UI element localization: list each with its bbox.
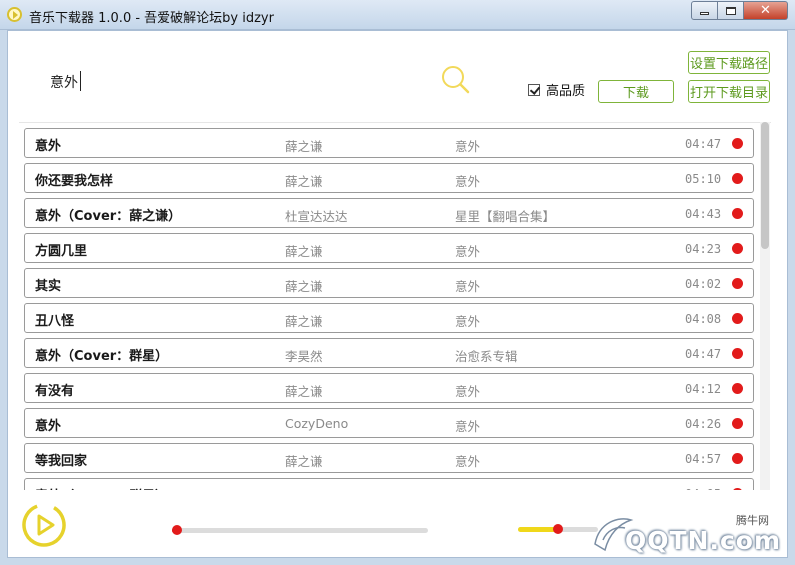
progress-handle[interactable] <box>172 525 183 535</box>
maximize-icon <box>725 6 736 15</box>
song-duration: 04:57 <box>685 452 722 466</box>
download-button[interactable]: 下载 <box>598 80 674 103</box>
song-duration: 04:47 <box>685 137 722 151</box>
status-dot-icon[interactable] <box>732 383 743 394</box>
high-quality-option[interactable]: 高品质 <box>528 80 585 99</box>
main-panel: 高品质 设置下载路径 下载 打开下载目录 意外薛之谦意外04:47你还要我怎样薛… <box>7 30 788 558</box>
play-icon <box>37 514 55 536</box>
window-controls: ✕ <box>691 1 788 20</box>
song-title: 意外（Cover：群星） <box>35 485 168 490</box>
song-title: 意外 <box>35 419 62 434</box>
song-artist: 陈多雪 <box>285 486 323 490</box>
status-dot-icon[interactable] <box>732 313 743 324</box>
song-duration: 04:23 <box>685 242 722 256</box>
status-dot-icon[interactable] <box>732 453 743 464</box>
song-duration: 05:10 <box>685 172 722 186</box>
volume-fill <box>518 527 558 532</box>
song-row[interactable]: 等我回家 薛之谦 意外 04:57 <box>24 443 754 473</box>
high-quality-label: 高品质 <box>546 84 586 99</box>
song-title: 丑八怪 <box>35 314 75 329</box>
scrollbar-thumb[interactable] <box>761 122 769 249</box>
song-album: 意外 <box>455 454 481 469</box>
app-icon <box>7 7 22 22</box>
status-dot-icon[interactable] <box>732 173 743 184</box>
song-title: 意外（Cover：薛之谦） <box>35 209 182 224</box>
watermark-brand: QQTN.com <box>625 526 782 555</box>
status-dot-icon[interactable] <box>732 348 743 359</box>
search-icon[interactable] <box>440 64 472 96</box>
search-input[interactable] <box>50 70 380 94</box>
close-button[interactable]: ✕ <box>744 1 788 20</box>
title-bar[interactable]: 音乐下载器 1.0.0 - 吾爱破解论坛by idzyr ✕ <box>0 0 795 30</box>
status-dot-icon[interactable] <box>732 418 743 429</box>
set-download-path-button[interactable]: 设置下载路径 <box>688 51 770 74</box>
song-duration: 04:26 <box>685 417 722 431</box>
song-row[interactable]: 意外（Cover：群星） 李昊然 治愈系专辑 04:47 <box>24 338 754 368</box>
song-duration: 04:12 <box>685 382 722 396</box>
song-duration: 04:43 <box>685 207 722 221</box>
song-duration: 04:02 <box>685 277 722 291</box>
song-artist: 薛之谦 <box>285 314 323 329</box>
song-title: 方圆几里 <box>35 244 88 259</box>
song-list-scrollbar[interactable] <box>760 122 770 490</box>
minimize-icon <box>700 12 709 15</box>
song-title: 你还要我怎样 <box>35 174 114 189</box>
play-button[interactable] <box>20 501 68 549</box>
song-album: 意外 <box>455 419 481 434</box>
minimize-button[interactable] <box>691 1 718 20</box>
watermark-cn: 腾牛网 <box>736 514 769 527</box>
status-dot-icon[interactable] <box>732 243 743 254</box>
song-title: 意外（Cover：群星） <box>35 349 169 364</box>
volume-handle[interactable] <box>553 524 563 534</box>
song-album: 意外 <box>455 314 481 329</box>
song-title: 意外 <box>35 139 62 154</box>
song-artist: 薛之谦 <box>285 139 323 154</box>
song-row[interactable]: 你还要我怎样 薛之谦 意外 05:10 <box>24 163 754 193</box>
watermark: QQTN.com 腾牛网 <box>585 508 790 560</box>
song-artist: 薛之谦 <box>285 384 323 399</box>
progress-slider[interactable] <box>172 525 428 535</box>
high-quality-checkbox[interactable] <box>528 83 540 96</box>
song-album: 意外 <box>455 174 481 189</box>
status-dot-icon[interactable] <box>732 278 743 289</box>
status-dot-icon[interactable] <box>732 488 743 490</box>
song-album: 意外 <box>455 384 481 399</box>
status-dot-icon[interactable] <box>732 208 743 219</box>
song-row[interactable]: 有没有 薛之谦 意外 04:12 <box>24 373 754 403</box>
song-artist: 薛之谦 <box>285 454 323 469</box>
song-album: 意外 <box>455 139 481 154</box>
song-title: 有没有 <box>35 384 75 399</box>
song-list[interactable]: 意外 薛之谦 意外 04:47 你还要我怎样 薛之谦 意外 05:10 意外（Cover：薛之谦… <box>19 122 771 490</box>
song-artist: 薛之谦 <box>285 279 323 294</box>
text-caret <box>80 71 81 91</box>
song-album: 意外 <box>455 244 481 259</box>
song-album: 治愈系专辑 <box>455 349 518 364</box>
song-duration: 04:05 <box>685 487 721 490</box>
song-artist: 薛之谦 <box>285 174 323 189</box>
song-row[interactable]: 意外（Cover：群星） 陈多雪 意外 04:05 <box>24 478 754 490</box>
song-artist: 杜宣达达达 <box>285 209 348 224</box>
song-artist: 李昊然 <box>285 349 323 364</box>
song-row[interactable]: 意外 CozyDeno 意外 04:26 <box>24 408 754 438</box>
song-album: 星里【翻唱合集】 <box>455 209 556 224</box>
song-album: 意外 <box>455 279 481 294</box>
song-row[interactable]: 意外 薛之谦 意外 04:47 <box>24 128 754 158</box>
open-download-dir-button[interactable]: 打开下载目录 <box>688 80 770 103</box>
status-dot-icon[interactable] <box>732 138 743 149</box>
song-duration: 04:08 <box>685 312 722 326</box>
song-artist: 薛之谦 <box>285 244 323 259</box>
maximize-button[interactable] <box>718 1 744 20</box>
song-row[interactable]: 丑八怪 薛之谦 意外 04:08 <box>24 303 754 333</box>
song-row[interactable]: 方圆几里 薛之谦 意外 04:23 <box>24 233 754 263</box>
window-title: 音乐下载器 1.0.0 - 吾爱破解论坛by idzyr <box>29 11 274 26</box>
song-duration: 04:47 <box>685 347 722 361</box>
song-artist: CozyDeno <box>285 416 349 431</box>
song-row[interactable]: 其实 薛之谦 意外 04:02 <box>24 268 754 298</box>
song-album: 意外 <box>455 486 480 490</box>
song-row[interactable]: 意外（Cover：薛之谦） 杜宣达达达 星里【翻唱合集】 04:43 <box>24 198 754 228</box>
song-title: 其实 <box>35 279 62 294</box>
close-icon: ✕ <box>760 3 771 18</box>
song-title: 等我回家 <box>35 454 88 469</box>
